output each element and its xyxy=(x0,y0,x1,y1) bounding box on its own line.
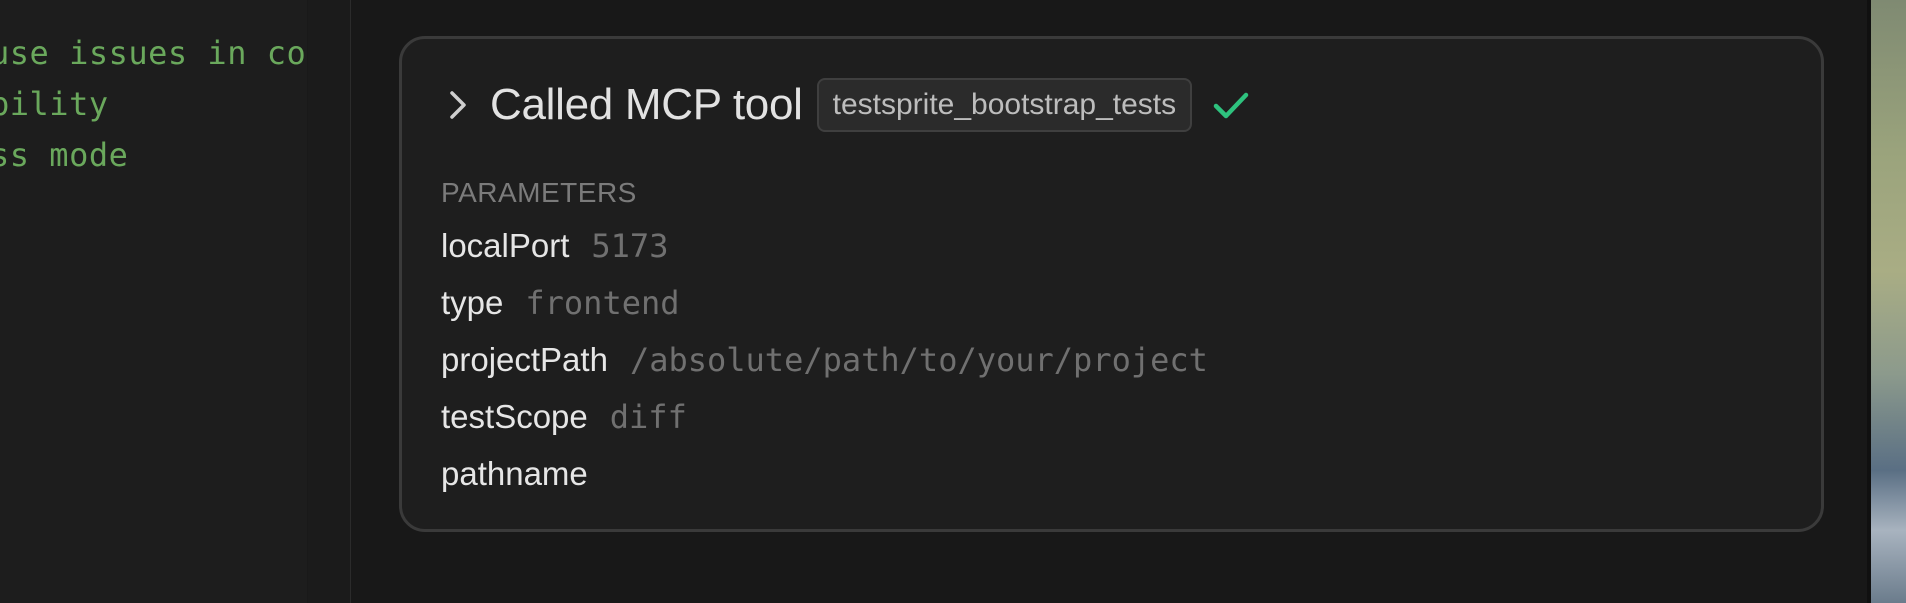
parameter-key: testScope xyxy=(441,398,588,435)
parameter-value: /absolute/path/to/your/project xyxy=(629,341,1208,379)
parameter-row: pathname xyxy=(441,455,610,493)
parameters-heading: PARAMETERS xyxy=(441,177,637,208)
code-editor[interactable]: use issues in cont bility ss mode xyxy=(0,0,307,603)
chat-panel: Called MCP tool testsprite_bootstrap_tes… xyxy=(351,0,1871,603)
parameter-value: diff xyxy=(609,398,687,436)
tool-call-card: Called MCP tool testsprite_bootstrap_tes… xyxy=(399,36,1824,532)
code-line: bility xyxy=(0,85,109,123)
parameter-row: type frontend xyxy=(441,284,680,322)
tool-call-title: Called MCP tool xyxy=(490,80,803,129)
parameter-key: projectPath xyxy=(441,341,608,378)
parameter-value: frontend xyxy=(525,284,680,322)
check-icon xyxy=(1213,92,1249,119)
code-line: ss mode xyxy=(0,136,129,174)
desktop-wallpaper xyxy=(1871,0,1906,603)
code-line: use issues in cont xyxy=(0,34,307,72)
tool-call-header[interactable]: Called MCP tool testsprite_bootstrap_tes… xyxy=(444,77,1250,133)
parameter-key: type xyxy=(441,284,504,321)
parameter-value: 5173 xyxy=(591,227,669,265)
parameter-row: testScope diff xyxy=(441,398,687,436)
parameter-key: localPort xyxy=(441,227,570,264)
pane-divider[interactable] xyxy=(308,0,351,603)
chevron-right-icon[interactable] xyxy=(444,87,472,123)
parameter-key: pathname xyxy=(441,455,588,492)
parameter-row: localPort 5173 xyxy=(441,227,668,265)
parameter-row: projectPath /absolute/path/to/your/proje… xyxy=(441,341,1208,379)
app-window: use issues in cont bility ss mode Called… xyxy=(0,0,1906,603)
tool-name-badge: testsprite_bootstrap_tests xyxy=(816,78,1193,132)
